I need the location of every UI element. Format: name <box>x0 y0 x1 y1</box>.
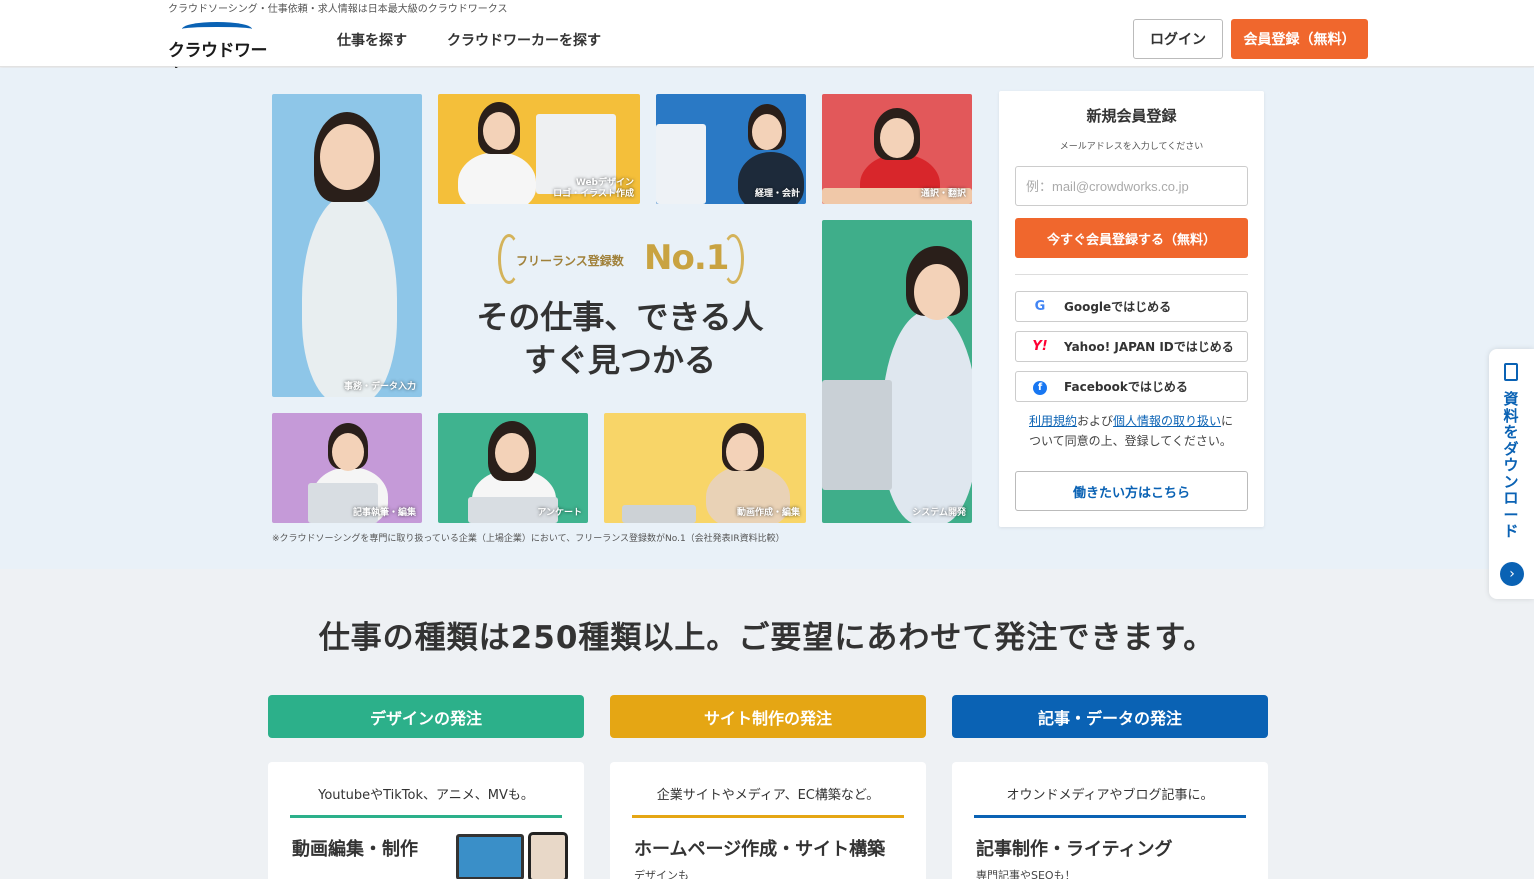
register-now-button[interactable]: 今すぐ会員登録する（無料） <box>1015 218 1248 258</box>
category-subtitle: YoutubeやTikTok、アニメ、MVも。 <box>290 784 562 818</box>
terms-link[interactable]: 利用規約 <box>1029 414 1077 428</box>
face-shape <box>880 118 914 158</box>
category-small-text: 専門記事やSEOも！ <box>976 869 1076 879</box>
category-heading: ホームページ作成・サイト構築 <box>634 839 886 860</box>
site-order-button[interactable]: サイト制作の発注 <box>610 695 926 738</box>
facebook-signup-label: Facebookではじめる <box>1064 380 1188 394</box>
tile-label: 通訳・翻訳 <box>920 188 966 199</box>
signup-divider <box>1015 274 1248 275</box>
tile-system-development[interactable]: システム開発 <box>822 220 972 523</box>
hero-title: その仕事、できる人 すぐ見つかる <box>470 296 770 382</box>
article-order-button[interactable]: 記事・データの発注 <box>952 695 1268 738</box>
tile-label: Webデザイン ロゴ・イラスト作成 <box>553 177 634 199</box>
signup-title: 新規会員登録 <box>1086 107 1177 125</box>
facebook-signup-button[interactable]: f Facebookではじめる <box>1015 371 1248 402</box>
face-shape <box>914 264 960 320</box>
video-thumbnail-image <box>456 834 524 879</box>
terms-mid-text: および <box>1077 414 1114 428</box>
want-to-work-button[interactable]: 働きたい方はこちら <box>1015 471 1248 511</box>
tile-accounting[interactable]: 経理・会計 <box>656 94 806 204</box>
download-materials-tab[interactable]: 資料をダウンロード › <box>1489 349 1534 599</box>
facebook-icon: f <box>1016 379 1064 395</box>
category-subtitle: オウンドメディアやブログ記事に。 <box>974 784 1246 818</box>
login-button[interactable]: ログイン <box>1133 19 1223 59</box>
google-signup-button[interactable]: G Googleではじめる <box>1015 291 1248 322</box>
logo-arc-icon <box>182 22 252 36</box>
face-shape <box>483 112 515 150</box>
category-heading: 記事制作・ライティング <box>976 839 1173 860</box>
tile-label: システム開発 <box>912 507 966 518</box>
tile-survey[interactable]: アンケート <box>438 413 588 523</box>
award-text: フリーランス登録数 <box>516 254 624 268</box>
category-subtitle: 企業サイトやメディア、EC構築など。 <box>632 784 904 818</box>
laurel-right-icon <box>722 234 744 284</box>
hero-title-line2: すぐ見つかる <box>523 341 716 380</box>
laptop-image <box>822 380 892 490</box>
monitor-image <box>656 124 706 204</box>
tile-label: 事務・データ入力 <box>343 381 416 392</box>
crowdworks-logo[interactable]: クラウドワークス <box>168 20 278 86</box>
privacy-link[interactable]: 個人情報の取り扱い <box>1113 414 1221 428</box>
face-shape <box>332 433 364 471</box>
tile-article-writing[interactable]: 記事執筆・編集 <box>272 413 422 523</box>
tile-label: 経理・会計 <box>754 188 800 199</box>
download-tab-label: 資料をダウンロード <box>1503 390 1519 540</box>
face-shape <box>495 433 529 473</box>
email-input[interactable] <box>1015 166 1248 206</box>
google-icon: G <box>1034 299 1046 314</box>
tile-video-editing[interactable]: 動画作成・編集 <box>604 413 806 523</box>
section-title: 仕事の種類は250種類以上。ご要望にあわせて発注できます。 <box>318 620 1216 656</box>
category-heading: 動画編集・制作 <box>292 839 418 860</box>
register-button[interactable]: 会員登録（無料） <box>1231 19 1368 59</box>
signup-card: 新規会員登録 メールアドレスを入力してください 今すぐ会員登録する（無料） G … <box>999 91 1264 527</box>
header-tagline: クラウドソーシング・仕事依頼・求人情報は日本最大級のクラウドワークス <box>168 4 508 15</box>
category-small-text: デザインも <box>634 869 689 879</box>
tile-label: アンケート <box>537 507 582 518</box>
yahoo-icon: Y! <box>1032 339 1048 354</box>
face-shape <box>726 433 758 471</box>
signup-subtitle: メールアドレスを入力してください <box>1059 142 1204 152</box>
terms-notice: 利用規約および個人情報の取り扱いについて同意の上、登録してください。 <box>1029 411 1239 452</box>
yahoo-signup-label: Yahoo! JAPAN IDではじめる <box>1064 340 1234 354</box>
tile-office-data-entry[interactable]: 事務・データ入力 <box>272 94 422 397</box>
chevron-right-icon: › <box>1500 562 1524 586</box>
award-no1: No.1 <box>644 238 729 278</box>
laptop-image <box>622 505 696 523</box>
nav-find-jobs[interactable]: 仕事を探す <box>337 30 407 50</box>
yahoo-signup-button[interactable]: Y! Yahoo! JAPAN IDではじめる <box>1015 331 1248 362</box>
design-order-button[interactable]: デザインの発注 <box>268 695 584 738</box>
person-image <box>302 194 397 397</box>
hero-footnote: ※クラウドソーシングを専門に取り扱っている企業（上場企業）において、フリーランス… <box>272 534 785 544</box>
google-signup-label: Googleではじめる <box>1064 300 1172 314</box>
hero-title-line1: その仕事、できる人 <box>476 298 764 336</box>
nav-find-workers[interactable]: クラウドワーカーを探す <box>447 30 601 50</box>
tile-translation[interactable]: 通訳・翻訳 <box>822 94 972 204</box>
tile-label: 動画作成・編集 <box>736 507 800 518</box>
face-shape <box>320 124 374 190</box>
person-image <box>458 152 536 204</box>
tile-label: 記事執筆・編集 <box>352 507 416 518</box>
category-card-site[interactable]: 企業サイトやメディア、EC構築など。 ホームページ作成・サイト構築 デザインも <box>610 762 926 879</box>
award-badge: フリーランス登録数 No.1 <box>498 230 748 290</box>
site-header: クラウドソーシング・仕事依頼・求人情報は日本最大級のクラウドワークス クラウドワ… <box>0 0 1534 86</box>
tile-web-design[interactable]: Webデザイン ロゴ・イラスト作成 <box>438 94 640 204</box>
document-icon <box>1504 363 1518 381</box>
person-image <box>882 310 972 523</box>
category-card-article[interactable]: オウンドメディアやブログ記事に。 記事制作・ライティング 専門記事やSEOも！ <box>952 762 1268 879</box>
category-card-design[interactable]: YoutubeやTikTok、アニメ、MVも。 動画編集・制作 <box>268 762 584 879</box>
phone-thumbnail-image <box>528 832 568 879</box>
face-shape <box>752 114 782 150</box>
